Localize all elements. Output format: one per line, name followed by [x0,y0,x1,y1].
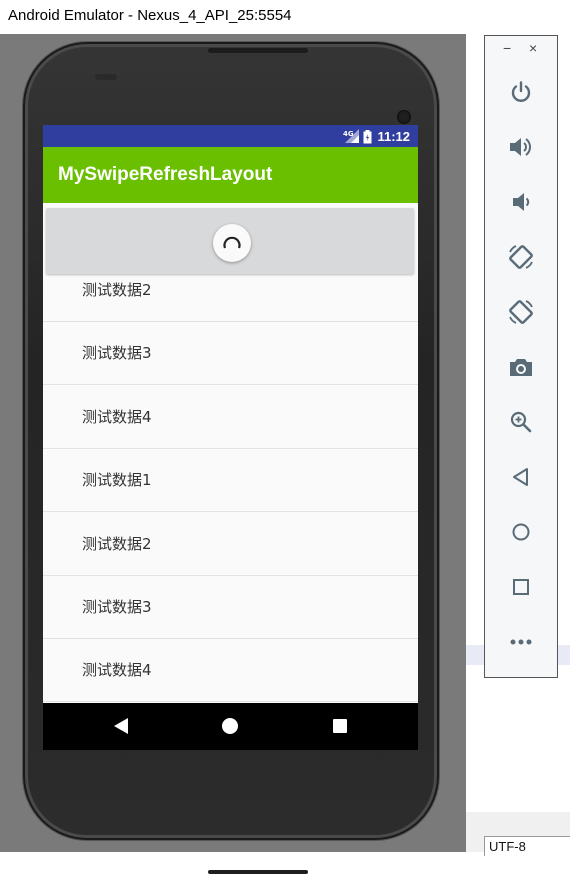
app-bar: MySwipeRefreshLayout [43,147,418,203]
back-icon [513,468,528,486]
list-item-label: 测试数据3 [82,344,152,362]
rotate-left-icon [509,245,533,269]
rotate-right-icon [509,300,533,324]
rotate-right-button[interactable] [485,292,557,332]
battery-icon [363,129,372,143]
nav-bar [43,703,418,750]
encoding-label[interactable]: UTF-8 [484,836,570,856]
screenshot-button[interactable] [485,347,557,387]
back-button[interactable] [485,457,557,497]
signal-4g-icon: 4G [343,129,360,143]
volume-down-icon [513,193,530,211]
more-button[interactable] [485,622,557,662]
device-screen[interactable]: 4G 11:12 MySwipeRefreshLayout 测试数据2 测试数据3… [43,125,418,750]
volume-up-button[interactable] [485,127,557,167]
more-icon [510,639,532,645]
spinner-icon [213,224,251,262]
list-item-label: 测试数据1 [82,471,152,489]
front-camera [397,110,411,124]
list-item-label: 测试数据3 [82,598,152,616]
list-item[interactable]: 测试数据3 [43,322,418,385]
list-item[interactable]: 测试数据4 [43,386,418,449]
rotate-left-button[interactable] [485,237,557,277]
power-button[interactable] [485,72,557,112]
home-button[interactable] [485,512,557,552]
status-clock: 11:12 [377,128,410,144]
refresh-header [46,208,414,274]
emulator-toolbar: − × [484,35,558,678]
power-icon [511,81,531,102]
close-button[interactable]: × [529,40,537,56]
list-item-label: 测试数据2 [82,535,152,553]
nav-home-icon[interactable] [222,718,238,734]
list-item-label: 测试数据4 [82,661,152,679]
minimize-button[interactable]: − [503,40,511,56]
overview-icon [513,579,529,595]
app-title: MySwipeRefreshLayout [58,164,273,185]
network-label: 4G [343,130,354,138]
bottom-speaker [208,870,308,874]
nav-back-icon[interactable] [114,718,128,739]
zoom-button[interactable] [485,402,557,442]
nav-recents-icon[interactable] [333,719,347,733]
zoom-in-icon [510,411,532,433]
list-item[interactable]: 测试数据4 [43,639,418,702]
list-item-label: 测试数据4 [82,408,152,426]
volume-down-button[interactable] [485,182,557,222]
overview-button[interactable] [485,567,557,607]
sensor [95,74,117,80]
list-item[interactable]: 测试数据3 [43,576,418,639]
camera-icon [510,359,532,376]
volume-up-icon [510,138,531,156]
list-item[interactable]: 测试数据2 [43,513,418,576]
top-speaker [208,48,308,53]
window-title: Android Emulator - Nexus_4_API_25:5554 [0,0,466,34]
home-icon [512,523,530,541]
status-bar: 4G 11:12 [43,125,418,147]
list-item[interactable]: 测试数据1 [43,449,418,512]
